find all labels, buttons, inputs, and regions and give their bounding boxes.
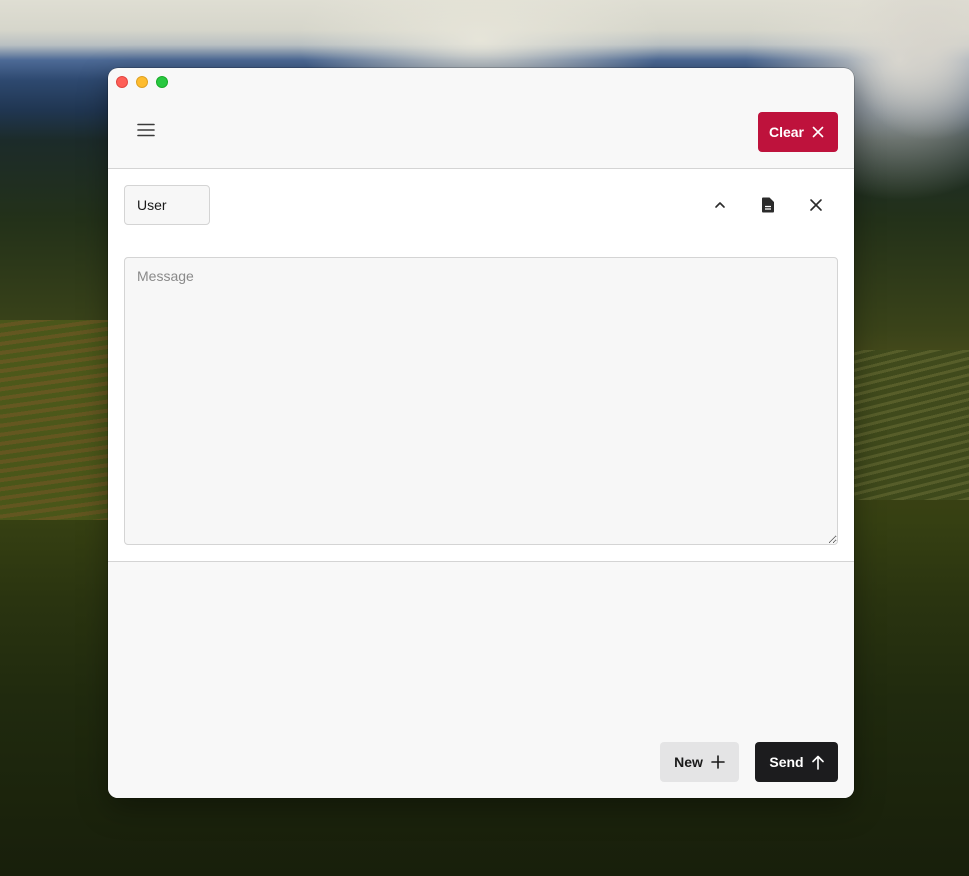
footer-bar: New Send [108, 562, 854, 798]
collapse-button[interactable] [704, 189, 736, 221]
header-bar: Clear [108, 96, 854, 169]
message-input[interactable] [124, 257, 838, 545]
role-select[interactable]: User [124, 185, 210, 225]
send-button-label: Send [769, 754, 804, 770]
clear-button[interactable]: Clear [757, 112, 838, 152]
remove-message-button[interactable] [800, 189, 832, 221]
window-maximize-button[interactable] [156, 76, 168, 88]
menu-button[interactable] [132, 116, 160, 144]
role-select-value: User [137, 197, 167, 213]
send-button[interactable]: Send [755, 742, 838, 782]
window-minimize-button[interactable] [136, 76, 148, 88]
chevron-up-icon [713, 198, 727, 212]
document-button[interactable] [752, 189, 784, 221]
new-message-button[interactable]: New [660, 742, 739, 782]
arrow-up-icon [811, 755, 824, 770]
plus-icon [711, 755, 725, 769]
new-button-label: New [674, 754, 703, 770]
document-icon [761, 197, 775, 213]
app-window: Clear User Message New Send [108, 68, 854, 798]
wallpaper-vineyard-left [0, 320, 120, 520]
message-editor: User [108, 169, 854, 562]
close-icon [809, 198, 823, 212]
window-close-button[interactable] [116, 76, 128, 88]
wallpaper-vineyard-right [854, 350, 969, 500]
close-icon [812, 126, 824, 138]
clear-button-label: Clear [768, 124, 804, 140]
hamburger-menu-icon [137, 123, 155, 137]
window-controls [116, 76, 168, 88]
